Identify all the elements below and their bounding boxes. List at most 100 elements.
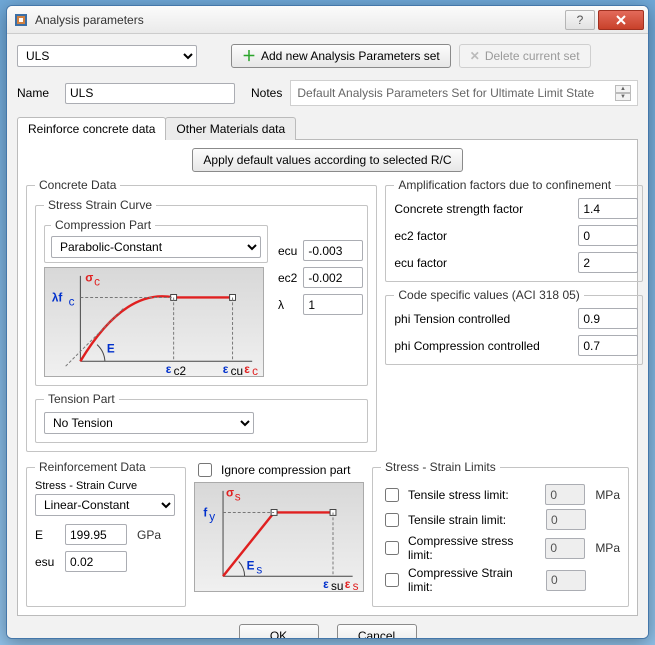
- lambda-input[interactable]: [303, 294, 363, 315]
- notes-down-icon[interactable]: ▼: [615, 93, 631, 101]
- tab-page: Apply default values according to select…: [17, 140, 638, 616]
- ignore-compression-row[interactable]: Ignore compression part: [194, 460, 364, 480]
- notes-display[interactable]: Default Analysis Parameters Set for Ulti…: [290, 80, 638, 106]
- ec2-input[interactable]: [303, 267, 363, 288]
- name-input[interactable]: [65, 83, 235, 104]
- phi-compression-input[interactable]: [578, 335, 638, 356]
- titlebar: Analysis parameters ?: [7, 6, 648, 34]
- code-specific-legend: Code specific values (ACI 318 05): [394, 288, 583, 302]
- ignore-compression-checkbox[interactable]: [198, 463, 212, 477]
- concrete-strength-input[interactable]: [578, 198, 638, 219]
- ignore-compression-label: Ignore compression part: [221, 463, 350, 477]
- tensile-stress-input: [545, 484, 585, 505]
- compressive-strain-label: Compressive Strain limit:: [408, 566, 540, 594]
- compressive-stress-input: [545, 538, 585, 559]
- svg-text:λf: λf: [52, 291, 63, 304]
- concrete-data-legend: Concrete Data: [35, 178, 120, 192]
- concrete-strength-label: Concrete strength factor: [394, 202, 572, 216]
- ecu-factor-label: ecu factor: [394, 256, 572, 270]
- plus-icon: ＋: [242, 49, 256, 63]
- svg-text:ε: ε: [345, 578, 351, 591]
- tensile-stress-unit: MPa: [595, 488, 620, 502]
- ec2-factor-label: ec2 factor: [394, 229, 572, 243]
- tensile-strain-row[interactable]: Tensile strain limit:: [381, 509, 620, 530]
- compressive-stress-label: Compressive stress limit:: [408, 534, 539, 562]
- close-icon: [615, 14, 627, 26]
- dialog-window: Analysis parameters ? ULS ＋ Add new Anal…: [6, 5, 649, 639]
- apply-defaults-button[interactable]: Apply default values according to select…: [192, 148, 462, 172]
- compressive-strain-checkbox[interactable]: [385, 573, 399, 587]
- add-set-label: Add new Analysis Parameters set: [261, 49, 440, 63]
- ok-label: OK: [270, 629, 287, 639]
- reinf-stress-strain-legend: Stress - Strain Curve: [35, 480, 177, 492]
- ecu-factor-input[interactable]: [578, 252, 638, 273]
- tensile-stress-row[interactable]: Tensile stress limit: MPa: [381, 484, 620, 505]
- compressive-strain-row[interactable]: Compressive Strain limit:: [381, 566, 620, 594]
- cancel-label: Cancel: [358, 629, 395, 639]
- ecu-input[interactable]: [303, 240, 363, 261]
- notes-text: Default Analysis Parameters Set for Ulti…: [297, 86, 594, 100]
- E-label: E: [35, 528, 59, 542]
- add-set-button[interactable]: ＋ Add new Analysis Parameters set: [231, 44, 451, 68]
- close-button[interactable]: [598, 10, 644, 30]
- ecu-label: ecu: [278, 244, 297, 258]
- lambda-label: λ: [278, 298, 297, 312]
- E-input[interactable]: [65, 524, 127, 545]
- svg-text:c2: c2: [174, 365, 186, 376]
- esu-label: esu: [35, 555, 59, 569]
- concrete-graph: σc λfc E εc2 εcu εc: [44, 267, 264, 377]
- phi-tension-input[interactable]: [578, 308, 638, 329]
- svg-text:s: s: [353, 580, 359, 591]
- svg-text:c: c: [252, 365, 258, 376]
- notes-label: Notes: [251, 86, 282, 100]
- concrete-data-group: Concrete Data Stress Strain Curve Compre…: [26, 178, 377, 452]
- ec2-factor-input[interactable]: [578, 225, 638, 246]
- esu-input[interactable]: [65, 551, 127, 572]
- E-unit: GPa: [137, 528, 161, 542]
- tensile-stress-checkbox[interactable]: [385, 488, 399, 502]
- code-specific-group: Code specific values (ACI 318 05) phi Te…: [385, 288, 643, 365]
- tension-model-select[interactable]: No Tension: [44, 412, 254, 434]
- ec2-label: ec2: [278, 271, 297, 285]
- tensile-strain-checkbox[interactable]: [385, 513, 399, 527]
- tab-other-materials[interactable]: Other Materials data: [165, 117, 296, 140]
- svg-text:ε: ε: [223, 363, 229, 376]
- compression-model-select[interactable]: Parabolic-Constant: [51, 236, 261, 258]
- svg-text:su: su: [331, 580, 343, 591]
- compression-part-legend: Compression Part: [51, 218, 155, 232]
- compressive-stress-unit: MPa: [595, 541, 620, 555]
- name-notes-row: Name Notes Default Analysis Parameters S…: [17, 80, 638, 106]
- svg-text:E: E: [107, 342, 115, 355]
- tensile-strain-input: [546, 509, 586, 530]
- svg-text:σ: σ: [226, 487, 234, 500]
- reinforcement-data-group: Reinforcement Data Stress - Strain Curve…: [26, 460, 186, 607]
- cancel-button[interactable]: Cancel: [337, 624, 417, 639]
- delete-set-button: ✕ Delete current set: [459, 44, 591, 68]
- compressive-stress-row[interactable]: Compressive stress limit: MPa: [381, 534, 620, 562]
- app-icon: [13, 12, 29, 28]
- tab-reinforce-concrete[interactable]: Reinforce concrete data: [17, 117, 166, 140]
- amplification-legend: Amplification factors due to confinement: [394, 178, 615, 192]
- amplification-group: Amplification factors due to confinement…: [385, 178, 643, 282]
- stress-strain-legend: Stress Strain Curve: [44, 198, 156, 212]
- phi-compression-label: phi Compression controlled: [394, 339, 572, 353]
- svg-text:σ: σ: [85, 272, 93, 285]
- notes-up-icon[interactable]: ▲: [615, 85, 631, 93]
- svg-text:ε: ε: [323, 578, 329, 591]
- help-button[interactable]: ?: [565, 10, 595, 30]
- tab-strip: Reinforce concrete data Other Materials …: [17, 116, 638, 140]
- svg-text:c: c: [94, 276, 100, 289]
- steel-graph: σs fy Es εsu εs: [194, 482, 364, 592]
- reinforcement-model-select[interactable]: Linear-Constant: [35, 494, 175, 516]
- svg-text:y: y: [209, 510, 215, 523]
- delete-set-label: Delete current set: [485, 49, 580, 63]
- ok-button[interactable]: OK: [239, 624, 319, 639]
- analysis-set-select[interactable]: ULS: [17, 45, 197, 67]
- compressive-strain-input: [546, 570, 586, 591]
- footer: OK Cancel: [17, 624, 638, 639]
- svg-text:s: s: [235, 491, 241, 504]
- reinforcement-legend: Reinforcement Data: [35, 460, 150, 474]
- limits-group: Stress - Strain Limits Tensile stress li…: [372, 460, 629, 607]
- compressive-stress-checkbox[interactable]: [385, 541, 399, 555]
- compression-part-group: Compression Part Parabolic-Constant: [44, 218, 268, 263]
